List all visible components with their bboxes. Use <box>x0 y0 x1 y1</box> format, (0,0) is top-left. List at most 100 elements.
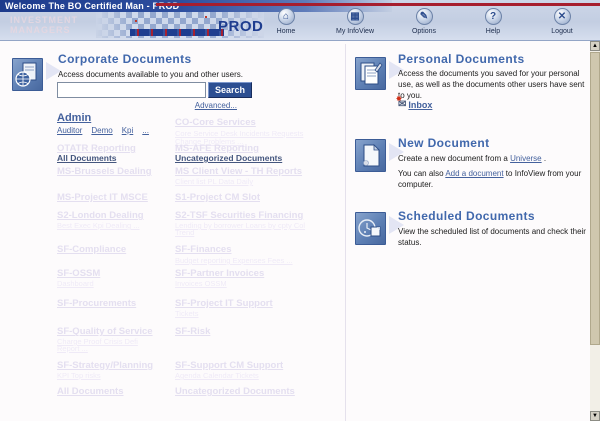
uncategorized-documents: Uncategorized Documents <box>175 153 282 163</box>
ghost-category: S2-London Dealing <box>57 210 144 221</box>
admin-subcategories: Auditor Demo Kpi ... <box>57 126 149 135</box>
scheduled-documents-icon <box>355 212 386 245</box>
scrollbar-thumb[interactable] <box>590 52 600 345</box>
help-icon: ? <box>484 8 502 25</box>
line1-pre: Create a new document from a <box>398 154 511 163</box>
header-banner: INVESTMENT MANAGERS Welcome The BO Certi… <box>0 0 600 41</box>
corporate-documents-title: Corporate Documents <box>58 52 192 66</box>
header-nav: ⌂ Home ▦ My InfoView ✎ Options ? Help ✕ … <box>260 8 588 35</box>
ghost-category: MS-Project IT MSCE <box>57 192 148 203</box>
scheduled-documents-title: Scheduled Documents <box>398 209 535 223</box>
my-infoview-icon: ▦ <box>346 8 364 25</box>
personal-documents-description: Access the documents you saved for your … <box>398 69 585 101</box>
ghost-sublinks: Trend <box>175 228 195 237</box>
category-admin-link[interactable]: Admin <box>57 112 91 124</box>
ghost-category: S1-Project CM Slot <box>175 192 260 203</box>
category-admin: Admin <box>57 112 91 124</box>
ghost-category: MS-Brussels Dealing <box>57 166 152 177</box>
ghost-category: All Documents <box>57 386 124 397</box>
line2-pre: You can also <box>398 169 446 178</box>
header-ghost-text: INVESTMENT <box>10 15 79 25</box>
new-document-line2: You can also Add a document to InfoView … <box>398 168 590 190</box>
options-icon: ✎ <box>415 8 433 25</box>
ghost-sublinks: Best Exec Kpi Dealing ... <box>57 221 140 230</box>
ghost-sublinks: Tickets <box>175 309 199 318</box>
ghost-category: SF-Compliance <box>57 244 127 255</box>
personal-documents-title: Personal Documents <box>398 52 525 66</box>
nav-options-button[interactable]: ✎ Options <box>398 8 450 35</box>
ghost-sublinks: KPI Top risks <box>57 371 101 380</box>
all-documents-link[interactable]: All Documents <box>57 153 117 163</box>
column-divider <box>345 44 346 421</box>
add-a-document-link[interactable]: Add a document <box>445 169 503 178</box>
new-document-icon <box>355 139 386 172</box>
ghost-category: SF-OSSM <box>57 268 101 279</box>
nav-logout-label: Logout <box>551 28 573 35</box>
ghost-category: OTATR Reporting <box>57 143 136 154</box>
nav-logout-button[interactable]: ✕ Logout <box>536 8 588 35</box>
environment-label: PROD <box>218 18 264 35</box>
decor-dot <box>205 16 207 18</box>
vertical-scrollbar[interactable]: ▲ ▼ <box>590 41 600 421</box>
ghost-sublinks: Agenda Calendar Tickets <box>175 371 259 380</box>
inbox-row: ✉ ✸ Inbox <box>396 96 432 110</box>
home-icon: ⌂ <box>277 8 295 25</box>
inbox-link[interactable]: Inbox <box>408 100 432 110</box>
line1-post: . <box>541 154 547 163</box>
search-input[interactable] <box>57 82 206 98</box>
subcategory-kpi-link[interactable]: Kpi <box>122 126 134 135</box>
mosaic-strip <box>130 29 224 36</box>
subcategory-more-link[interactable]: ... <box>142 126 149 135</box>
ghost-sublinks: Report ... <box>57 344 88 353</box>
nav-my-infoview-button[interactable]: ▦ My InfoView <box>329 8 381 35</box>
decor-dot <box>135 20 137 22</box>
ghost-sublinks: Invoices OSSM <box>175 279 227 288</box>
window-title: Welcome The BO Certified Man - PROD <box>5 1 180 11</box>
ghost-sublinks: Budget reporting Expenses Fees ... <box>175 256 293 265</box>
logout-icon: ✕ <box>553 8 571 25</box>
ghost-category: Uncategorized Documents <box>175 386 295 397</box>
ghost-category: SF-Risk <box>175 326 211 337</box>
subcategory-demo-link[interactable]: Demo <box>91 126 112 135</box>
new-mail-star-icon: ✸ <box>396 96 402 103</box>
ghost-category: SF-Support CM Support <box>175 360 284 371</box>
uncategorized-documents-link[interactable]: Uncategorized Documents <box>175 153 282 163</box>
search-button[interactable]: Search <box>208 82 253 98</box>
ghost-category: SF-Project IT Support <box>175 298 273 309</box>
ghost-sublinks: Client list PL Data Daily <box>175 177 254 186</box>
personal-documents-icon <box>355 57 386 90</box>
all-documents: All Documents <box>57 153 117 163</box>
red-accent-line <box>156 3 600 6</box>
header-ghost-text: MANAGERS <box>10 25 71 35</box>
nav-my-infoview-label: My InfoView <box>336 28 374 35</box>
infoview-home-page: { "window": { "title": "Welcome The BO C… <box>0 0 600 421</box>
search-area: Search <box>57 82 253 98</box>
ghost-category: CO-Core Services <box>175 117 256 128</box>
new-document-line1: Create a new document from a Universe . <box>398 153 590 164</box>
corporate-documents-description: Access documents available to you and ot… <box>58 70 243 79</box>
advanced-search-link[interactable]: Advanced... <box>195 101 237 110</box>
ghost-category: SF-Finances <box>175 244 232 255</box>
advanced-search-row: Advanced... <box>57 101 237 110</box>
ghost-category: MS Client View - TH Reports <box>175 166 303 177</box>
ghost-category: SF-Strategy/Planning <box>57 360 154 371</box>
universe-link[interactable]: Universe <box>510 154 542 163</box>
ghost-category: SF-Partner Invoices <box>175 268 265 279</box>
ghost-category: MS-AFE Reporting <box>175 143 259 154</box>
nav-options-label: Options <box>411 28 437 35</box>
ghost-category: S2-TSF Securities Financing <box>175 210 304 221</box>
scroll-down-button[interactable]: ▼ <box>590 411 600 421</box>
nav-help-button[interactable]: ? Help <box>467 8 519 35</box>
nav-home-button[interactable]: ⌂ Home <box>260 8 312 35</box>
scroll-up-button[interactable]: ▲ <box>590 41 600 51</box>
new-document-title: New Document <box>398 136 490 150</box>
subcategory-auditor-link[interactable]: Auditor <box>57 126 82 135</box>
ghost-category: SF-Procurements <box>57 298 137 309</box>
ghost-sublinks: Dashboard <box>57 279 94 288</box>
corporate-documents-icon <box>12 58 43 91</box>
nav-help-label: Help <box>485 28 501 35</box>
scheduled-documents-description: View the scheduled list of documents and… <box>398 227 586 248</box>
ghost-sublinks: Lending by borrower Loans by cpty Col <box>175 221 306 230</box>
nav-home-label: Home <box>276 28 296 35</box>
ghost-category: SF-Quality of Service <box>57 326 153 337</box>
